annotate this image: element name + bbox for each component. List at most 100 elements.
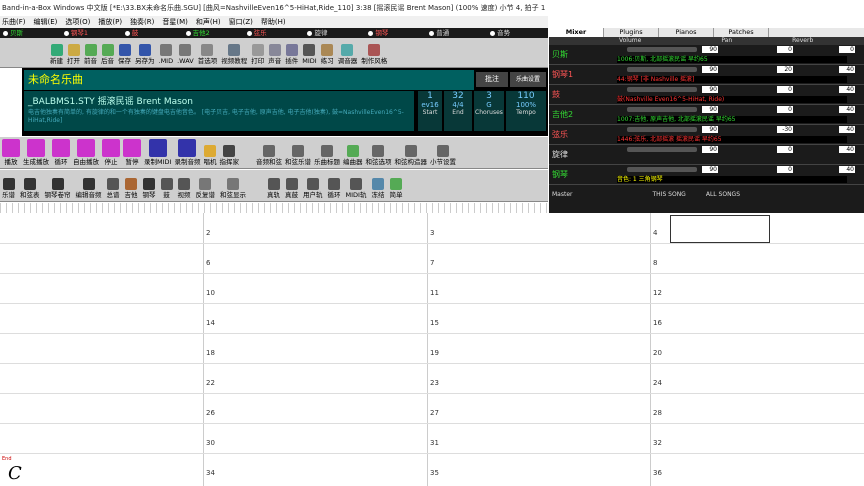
tempo-field[interactable]: 110 100% Tempo: [506, 91, 546, 131]
generate-play-button[interactable]: 生成播放: [23, 139, 49, 166]
midi-tracks-button[interactable]: MIDI轨: [346, 178, 366, 199]
song-title[interactable]: 未命名乐曲: [24, 70, 474, 90]
simple-button[interactable]: 简单: [389, 178, 402, 199]
print-button[interactable]: 打印: [251, 44, 264, 65]
volume-slider[interactable]: [627, 107, 697, 112]
track-guitar2[interactable]: 吉他2: [183, 28, 244, 38]
track-audio[interactable]: 音势: [487, 28, 548, 38]
drum-icon: [160, 178, 173, 190]
score-button[interactable]: 总谱: [107, 178, 120, 199]
track-drums[interactable]: 鼓: [122, 28, 183, 38]
menu-solo[interactable]: 独奏(R): [130, 16, 154, 28]
volume-slider[interactable]: [627, 87, 697, 92]
realtracks-button[interactable]: 真轨: [267, 178, 280, 199]
menu-help[interactable]: 帮助(H): [261, 16, 286, 28]
style-description: 电吉他独奏有简单的, 有旋律的和一个有独奏的键盘电吉他音色。 [电子贝吉, 电子…: [28, 109, 404, 124]
current-cell[interactable]: [670, 215, 770, 243]
freeze-button[interactable]: 冻结: [371, 178, 384, 199]
jukebox-button[interactable]: 唱机: [203, 145, 216, 166]
stop-icon: [102, 139, 120, 157]
arranger-button[interactable]: 编曲器: [343, 145, 362, 166]
start-field[interactable]: 1 ev16 Start: [418, 91, 442, 131]
piano-roll-button[interactable]: 钢琴卷帘: [45, 178, 71, 199]
song-title-button[interactable]: 乐曲标题: [314, 145, 340, 166]
bar-settings-button[interactable]: 小节设置: [430, 145, 456, 166]
stop-button[interactable]: 停止: [102, 139, 120, 166]
guitar-button[interactable]: 吉他: [125, 178, 138, 199]
chord-builder-button[interactable]: 和弦构造器: [394, 145, 427, 166]
video-button[interactable]: 视频: [178, 178, 191, 199]
loops-button[interactable]: 循环: [328, 178, 341, 199]
track-dot-icon: [307, 30, 313, 36]
chord-display-button[interactable]: 和弦显示: [220, 178, 246, 199]
next-button[interactable]: 后音: [101, 44, 114, 65]
volume-slider[interactable]: [627, 47, 697, 52]
style-display[interactable]: _BALBMS1.STY 摇滚民谣 Brent Mason 电吉他独奏有简单的,…: [24, 91, 414, 131]
tab-mixer[interactable]: Mixer: [549, 28, 604, 37]
note-button[interactable]: 批注: [476, 72, 508, 87]
chord-options-button[interactable]: 和弦选项: [365, 145, 391, 166]
chord-sheet-button[interactable]: 和弦乐谱: [285, 145, 311, 166]
track-bass[interactable]: 贝斯: [0, 28, 61, 38]
save-button[interactable]: 保存: [118, 44, 131, 65]
pause-button[interactable]: 暂停: [123, 139, 141, 166]
repeat-score-button[interactable]: 反复谱: [196, 178, 215, 199]
prefs-button[interactable]: 首选项: [198, 44, 217, 65]
sound-button[interactable]: 声音: [268, 44, 281, 65]
menu-star[interactable]: 音星(M): [162, 16, 188, 28]
new-button[interactable]: 新建: [50, 44, 63, 65]
chord-symbol[interactable]: C: [8, 463, 22, 484]
practice-button[interactable]: 练习: [321, 44, 334, 65]
track-normal[interactable]: 普通: [426, 28, 487, 38]
chord-grid[interactable]: 2 3 4 6 7 8 10 11 12 14 15 16 18 19 20 22 23 24 26 27 28 30 31…: [0, 213, 864, 486]
prev-button[interactable]: 前音: [84, 44, 97, 65]
menu-harmony[interactable]: 和声(H): [196, 16, 221, 28]
volume-slider[interactable]: [627, 67, 697, 72]
realdrums-button[interactable]: 真鼓: [285, 178, 298, 199]
make-style-button[interactable]: 制作风格: [361, 44, 387, 65]
realdrums-icon: [285, 178, 298, 190]
piano-icon: [143, 178, 155, 190]
midi-button[interactable]: MIDI: [302, 44, 317, 65]
video-tutorial-button[interactable]: 视频教程: [221, 44, 247, 65]
tab-plugins[interactable]: Plugins: [604, 28, 659, 37]
song-settings-button[interactable]: 乐曲设置: [510, 72, 546, 87]
tab-pianos[interactable]: Pianos: [659, 28, 714, 37]
track-strings[interactable]: 弦乐: [244, 28, 305, 38]
free-play-button[interactable]: 自由播放: [73, 139, 99, 166]
wav-button[interactable]: .WAV: [177, 44, 194, 65]
volume-slider[interactable]: [627, 147, 697, 152]
edit-audio-button[interactable]: 编辑音频: [76, 178, 102, 199]
tab-patches[interactable]: Patches: [714, 28, 769, 37]
timeline-ruler[interactable]: [0, 203, 548, 213]
record-midi-button[interactable]: 录制MIDI: [144, 139, 171, 166]
drums-button[interactable]: 鼓: [160, 178, 173, 199]
volume-slider[interactable]: [627, 127, 697, 132]
chord-table-button[interactable]: 和弦表: [20, 178, 40, 199]
menu-window[interactable]: 窗口(Z): [229, 16, 253, 28]
menu-options[interactable]: 选项(O): [65, 16, 90, 28]
mid-button[interactable]: .MID: [159, 44, 173, 65]
open-button[interactable]: 打开: [67, 44, 80, 65]
end-field[interactable]: 32 4/4 End: [444, 91, 472, 131]
bar-number: 22: [206, 379, 215, 387]
play-button[interactable]: 播放: [2, 139, 20, 166]
track-melody[interactable]: 旋律: [304, 28, 365, 38]
record-audio-button[interactable]: 录制音频: [174, 139, 200, 166]
menu-edit[interactable]: 编辑(E): [34, 16, 58, 28]
loop-button[interactable]: 循环: [52, 139, 70, 166]
plugins-button[interactable]: 插件: [285, 44, 298, 65]
menu-play[interactable]: 播放(P): [98, 16, 122, 28]
piano-button[interactable]: 钢琴: [143, 178, 156, 199]
choruses-field[interactable]: 3 G Choruses: [474, 91, 504, 131]
conductor-button[interactable]: 指挥家: [219, 145, 239, 166]
tuner-button[interactable]: 调音器: [338, 44, 357, 65]
audio-chords-button[interactable]: 音频和弦: [256, 145, 282, 166]
volume-slider[interactable]: [627, 167, 697, 172]
notation-button[interactable]: 乐谱: [2, 178, 15, 199]
track-piano[interactable]: 钢琴: [365, 28, 426, 38]
menu-file[interactable]: 乐曲(F): [2, 16, 26, 28]
user-tracks-button[interactable]: 用户轨: [303, 178, 323, 199]
track-piano1[interactable]: 钢琴1: [61, 28, 122, 38]
saveas-button[interactable]: 另存为: [135, 44, 155, 65]
